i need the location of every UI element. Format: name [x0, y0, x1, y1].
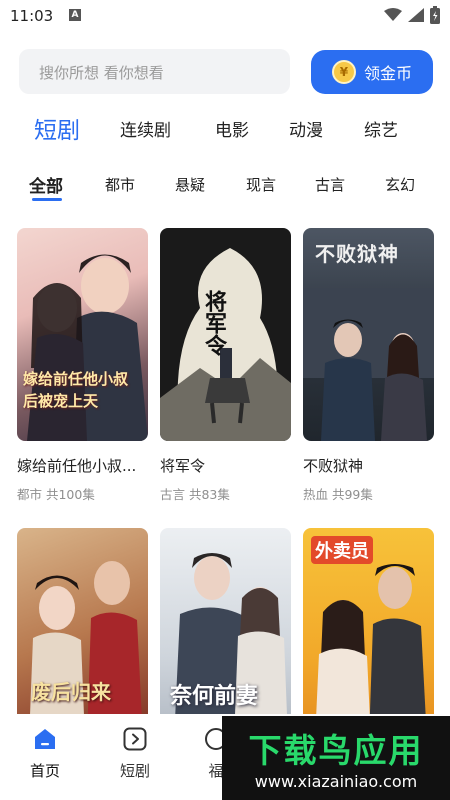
drama-title: 将军令 — [160, 457, 206, 475]
poster-title: 不败狱神 — [315, 242, 399, 266]
nav-short-drama[interactable]: 短剧 — [105, 726, 165, 781]
drama-poster[interactable]: 奈何前妻 — [160, 528, 291, 741]
nav-home-label: 首页 — [29, 762, 60, 780]
wifi-icon — [384, 8, 402, 21]
drama-card[interactable]: 奈何前妻 — [160, 528, 291, 741]
tab-series[interactable]: 连续剧 — [120, 116, 171, 141]
tab-movies[interactable]: 电影 — [215, 116, 249, 141]
poster-title: 废后归来 — [31, 680, 111, 704]
tab-anime[interactable]: 动漫 — [289, 116, 323, 141]
genre-all[interactable]: 全部 — [29, 172, 63, 197]
watermark-logo: 下载鸟应用 www.xiazainiao.com — [222, 716, 450, 800]
genre-fantasy[interactable]: 玄幻 — [385, 174, 415, 195]
signal-icon — [408, 8, 424, 22]
status-time: 11:03 — [10, 7, 54, 25]
search-input[interactable]: 搜你所想 看你想看 — [19, 49, 290, 94]
drama-meta: 古言 共83集 — [160, 487, 230, 502]
claim-gold-button[interactable]: ¥ 领金币 — [311, 50, 433, 94]
play-square-icon — [123, 727, 147, 751]
search-row: 搜你所想 看你想看 ¥ 领金币 — [19, 49, 435, 95]
watermark-title: 下载鸟应用 — [248, 731, 424, 770]
active-tab-indicator — [32, 198, 62, 201]
genre-tabs: 全部 都市 悬疑 现言 古言 玄幻 — [29, 170, 429, 204]
genre-urban[interactable]: 都市 — [105, 174, 135, 195]
genre-mystery[interactable]: 悬疑 — [175, 174, 205, 195]
search-placeholder: 搜你所想 看你想看 — [39, 64, 164, 82]
poster-title: 嫁给前任他小叔 后被宠上天 — [23, 370, 129, 410]
drama-poster[interactable]: 将军令 — [160, 228, 291, 441]
watermark-url: www.xiazainiao.com — [254, 772, 418, 791]
poster-title: 将军令 — [201, 290, 227, 356]
drama-card[interactable]: 外卖员 — [303, 528, 434, 741]
notification-icon: A — [69, 9, 81, 21]
nav-short-drama-label: 短剧 — [119, 762, 150, 780]
home-icon — [35, 729, 55, 749]
poster-title: 外卖员 — [311, 536, 373, 564]
genre-ancient-romance[interactable]: 古言 — [315, 174, 345, 195]
coin-icon: ¥ — [331, 60, 356, 84]
drama-poster[interactable]: 不败狱神 — [303, 228, 434, 441]
drama-meta: 都市 共100集 — [17, 487, 95, 502]
drama-title: 嫁给前任他小叔... — [17, 457, 137, 475]
main-category-tabs: 短剧 连续剧 电影 动漫 综艺 — [34, 108, 414, 144]
genre-modern-romance[interactable]: 现言 — [246, 174, 276, 195]
nav-home[interactable]: 首页 — [15, 726, 75, 781]
drama-card[interactable]: 嫁给前任他小叔 后被宠上天 嫁给前任他小叔... 都市 共100集 — [17, 228, 148, 503]
tab-variety[interactable]: 综艺 — [364, 116, 398, 141]
poster-art — [29, 561, 143, 741]
drama-title: 不败狱神 — [303, 457, 364, 475]
drama-meta: 热血 共99集 — [303, 487, 373, 502]
status-bar: 11:03 A — [0, 0, 450, 32]
poster-title: 奈何前妻 — [170, 683, 259, 709]
drama-poster[interactable]: 嫁给前任他小叔 后被宠上天 — [17, 228, 148, 441]
status-icons — [384, 6, 440, 24]
tab-short-drama[interactable]: 短剧 — [34, 111, 80, 145]
drama-card[interactable]: 将军令 将军令 古言 共83集 — [160, 228, 291, 503]
claim-gold-label: 领金币 — [363, 64, 412, 83]
drama-card[interactable]: 不败狱神 不败狱神 热血 共99集 — [303, 228, 434, 503]
drama-poster[interactable]: 废后归来 — [17, 528, 148, 741]
drama-card[interactable]: 废后归来 — [17, 528, 148, 741]
drama-poster[interactable]: 外卖员 — [303, 528, 434, 741]
battery-icon — [430, 6, 440, 24]
